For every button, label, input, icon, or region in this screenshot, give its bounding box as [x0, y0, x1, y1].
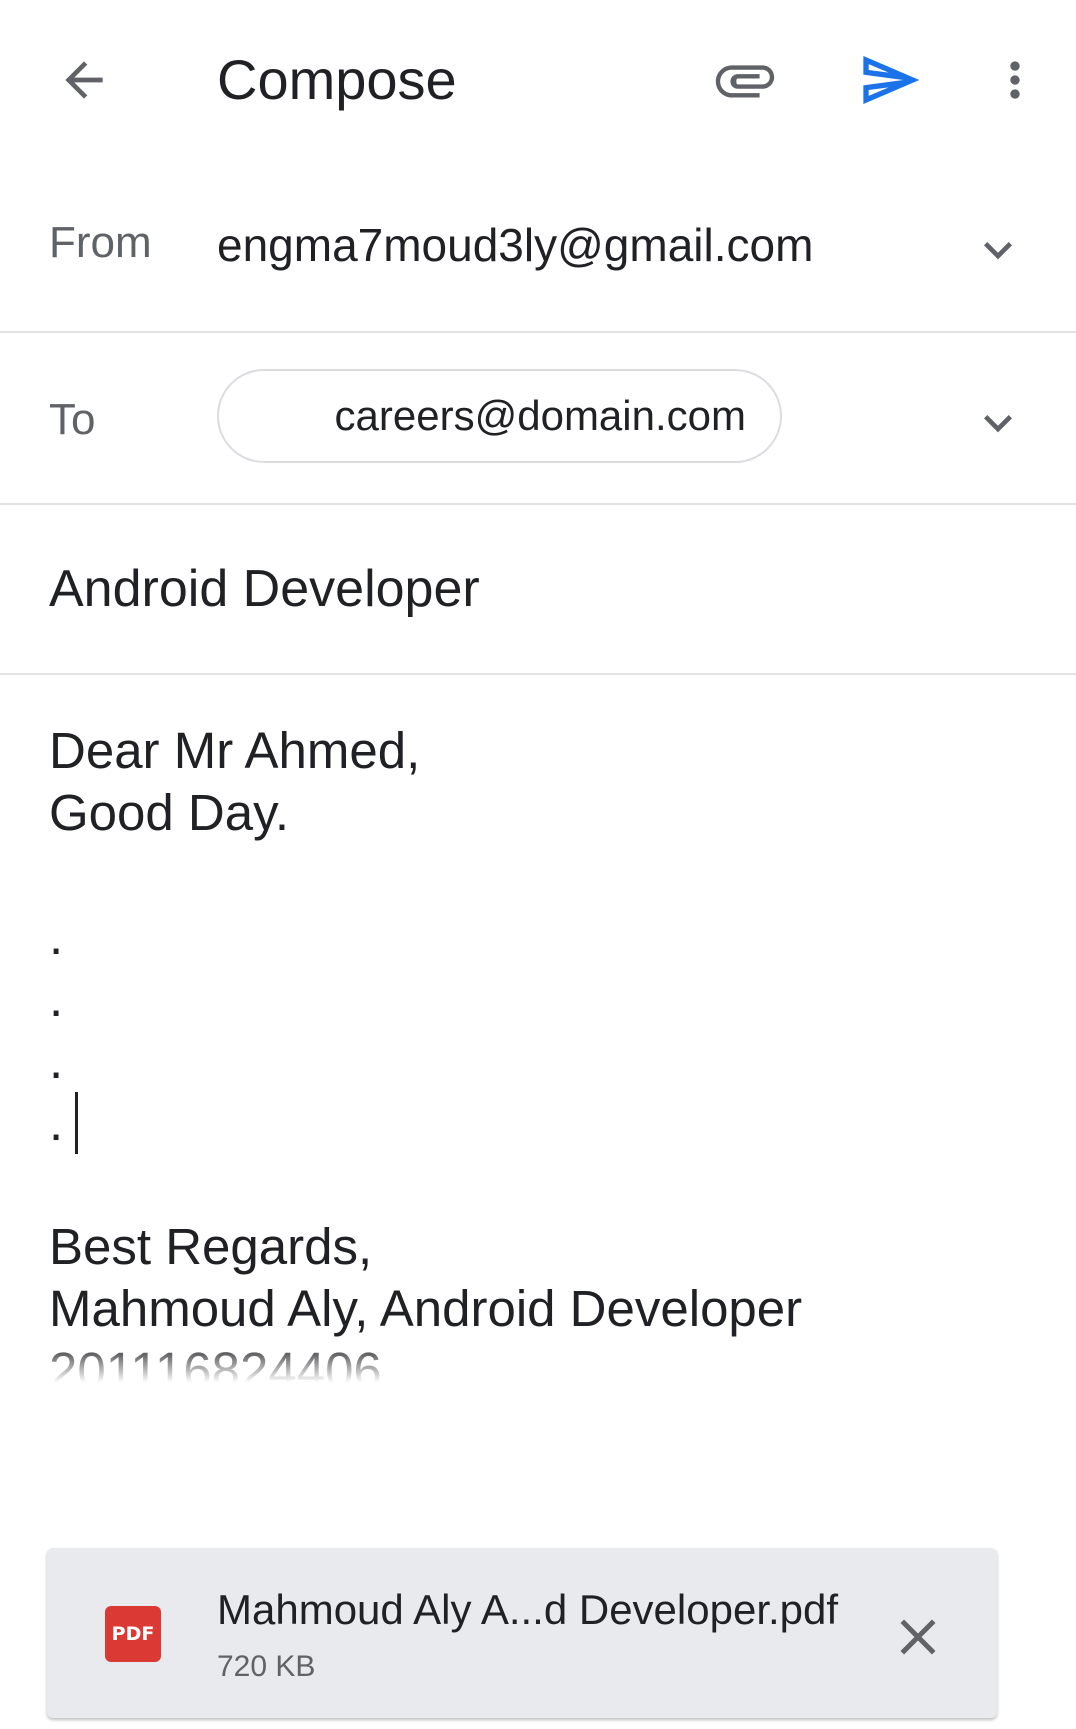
body-line: . — [49, 908, 64, 965]
send-button[interactable] — [845, 40, 935, 120]
text-cursor — [75, 1092, 79, 1154]
more-vert-icon — [1010, 61, 1020, 99]
pdf-file-icon: PDF — [105, 1606, 161, 1662]
from-expand-button[interactable] — [970, 222, 1026, 278]
send-icon — [863, 56, 920, 104]
body-line-with-cursor: . — [49, 1092, 1049, 1154]
chevron-down-icon — [984, 415, 1012, 433]
recipient-email: careers@domain.com — [334, 392, 746, 439]
body-line — [49, 844, 1049, 906]
page-title: Compose — [217, 48, 457, 111]
from-account-value[interactable]: engma7moud3ly@gmail.com — [217, 218, 813, 272]
recipient-chip[interactable]: careers@domain.com — [217, 369, 782, 463]
from-label: From — [49, 218, 152, 267]
to-expand-button[interactable] — [970, 395, 1026, 451]
from-row[interactable]: From engma7moud3ly@gmail.com — [0, 160, 1076, 333]
to-row[interactable]: To careers@domain.com — [0, 333, 1076, 505]
body-line: Dear Mr Ahmed, — [49, 722, 421, 779]
subject-row[interactable]: Android Developer — [0, 505, 1076, 675]
body-line: Good Day. — [49, 784, 290, 841]
body-line — [49, 1154, 1049, 1216]
back-button[interactable] — [44, 40, 124, 120]
attachment-card[interactable]: PDF Mahmoud Aly A...d Developer.pdf 720 … — [47, 1548, 997, 1718]
compose-toolbar: Compose — [0, 0, 1076, 160]
attachment-size: 720 KB — [217, 1650, 316, 1683]
remove-attachment-button[interactable] — [883, 1602, 953, 1672]
body-line: . — [49, 1032, 64, 1089]
close-icon — [900, 1619, 936, 1655]
body-line: Mahmoud Aly, Android Developer — [49, 1280, 803, 1337]
body-line: . — [49, 970, 64, 1027]
attach-button[interactable] — [700, 40, 790, 120]
paperclip-icon — [715, 65, 775, 98]
body-line-text: . — [49, 1094, 64, 1151]
to-label: To — [49, 395, 96, 444]
message-body[interactable]: Dear Mr Ahmed, Good Day. . . . . Best Re… — [49, 720, 1049, 1400]
more-options-button[interactable] — [985, 40, 1045, 120]
body-line: Best Regards, — [49, 1218, 373, 1275]
subject-field[interactable]: Android Developer — [49, 559, 480, 619]
arrow-left-icon — [65, 61, 103, 99]
attachment-filename: Mahmoud Aly A...d Developer.pdf — [217, 1586, 839, 1633]
chevron-down-icon — [984, 242, 1012, 260]
body-fade-overlay — [49, 1342, 1049, 1400]
